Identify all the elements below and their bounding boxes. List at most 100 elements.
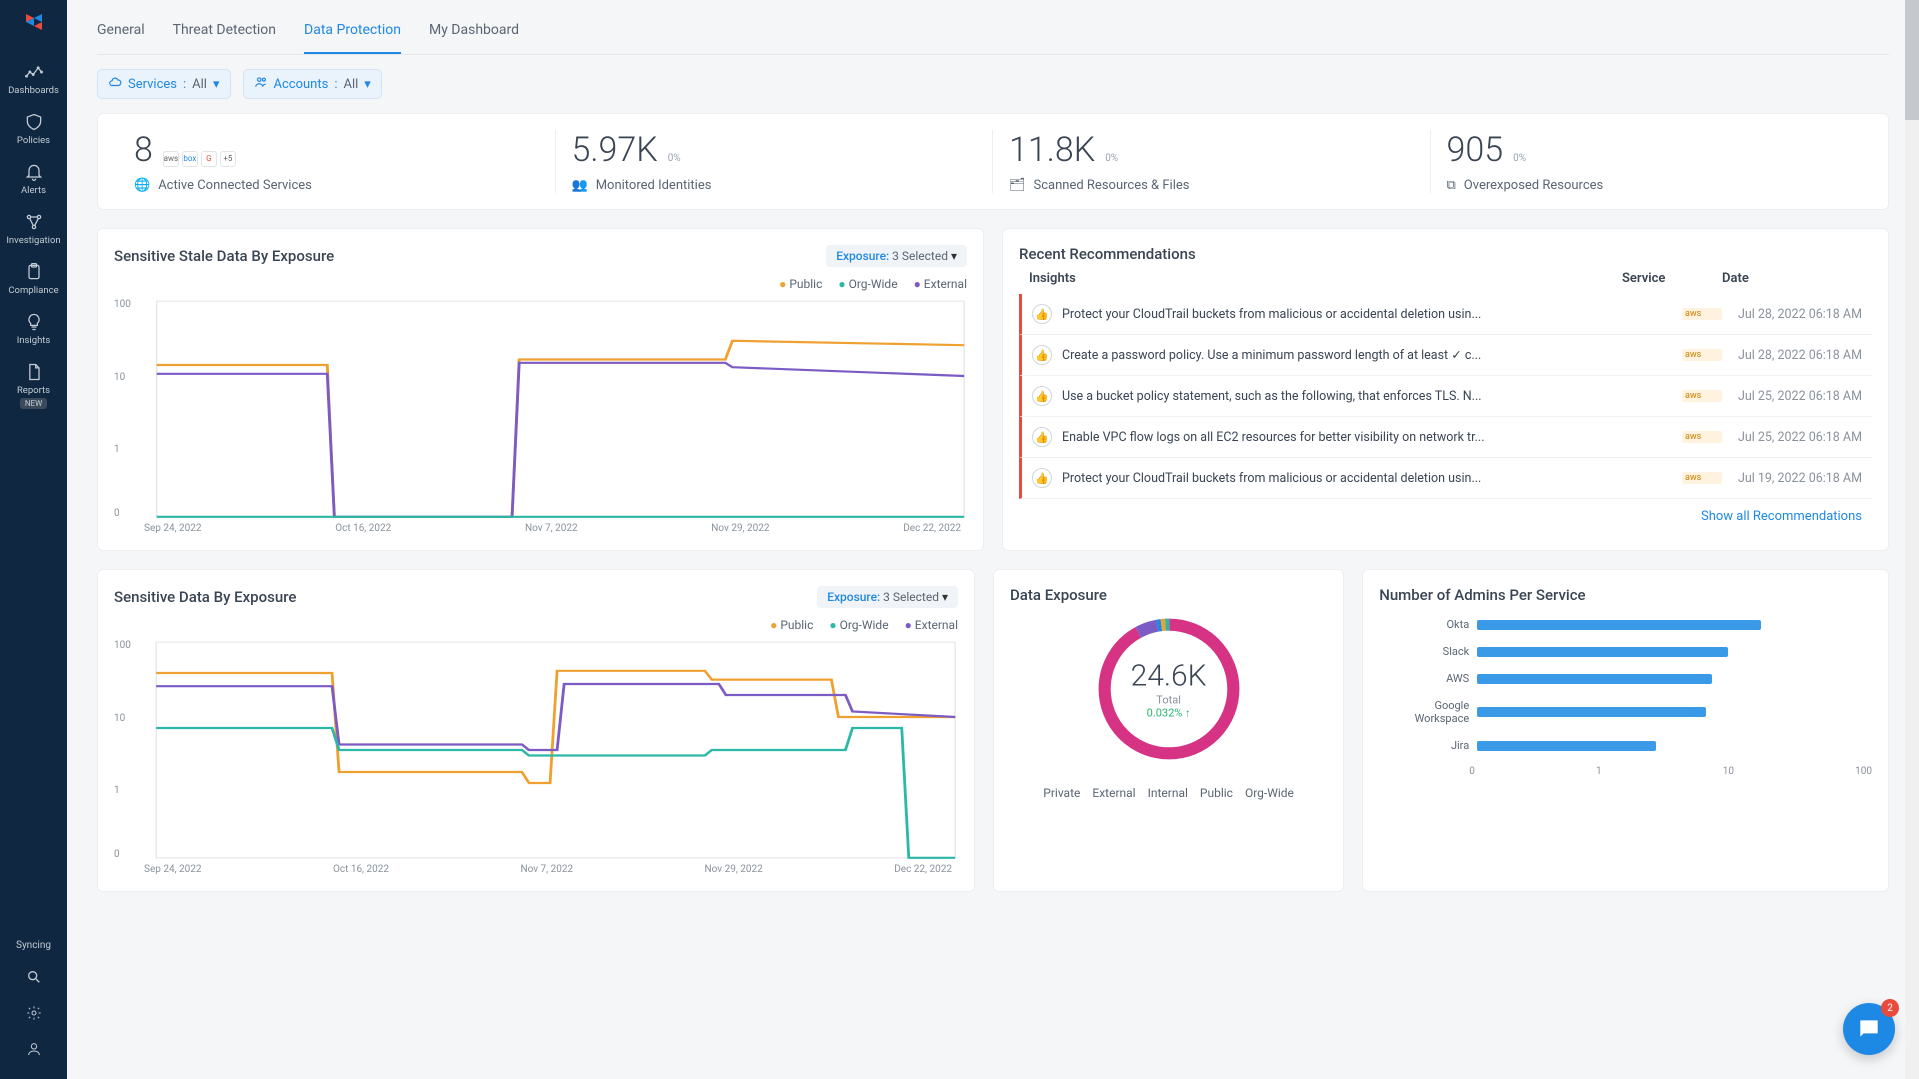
thumbs-up-icon[interactable]: 👍 — [1032, 386, 1052, 406]
stat-overexposed[interactable]: 9050% ⧉Overexposed Resources — [1431, 130, 1869, 193]
sensitive-stale-card: Sensitive Stale Data By Exposure Exposur… — [97, 228, 984, 551]
recommendation-row[interactable]: 👍 Protect your CloudTrail buckets from ma… — [1019, 294, 1872, 335]
legend-external: External — [1092, 786, 1135, 800]
donut-total: 24.6K — [1131, 659, 1207, 694]
sidebar: Dashboards Policies Alerts Investigation… — [0, 0, 67, 1079]
legend-external: External — [905, 618, 958, 632]
user-button[interactable] — [18, 1033, 50, 1069]
bar — [1477, 707, 1706, 717]
settings-button[interactable] — [18, 997, 50, 1033]
sidebar-label: Compliance — [8, 285, 58, 296]
recommendation-row[interactable]: 👍 Use a bucket policy statement, such as … — [1019, 376, 1872, 417]
lightbulb-icon — [24, 312, 44, 332]
admin-bar-row: Google Workspace — [1379, 699, 1872, 725]
recommendation-date: Jul 28, 2022 06:18 AM — [1722, 307, 1862, 322]
service-badge: aws — [1682, 472, 1722, 484]
sidebar-item-policies[interactable]: Policies — [0, 104, 67, 154]
recommendation-date: Jul 19, 2022 06:18 AM — [1722, 471, 1862, 486]
legend-orgwide: Org-Wide — [1245, 786, 1294, 800]
stats-card: 8 aws box G +5 🌐Active Connected Service… — [97, 113, 1889, 210]
exposure-value: 3 Selected — [892, 249, 948, 263]
identities-icon: 👥 — [572, 178, 588, 193]
sidebar-item-reports[interactable]: Reports NEW — [0, 354, 67, 417]
chat-fab[interactable]: 2 — [1843, 1003, 1895, 1055]
admin-bar-row: Okta — [1379, 618, 1872, 631]
services-filter[interactable]: Services: All ▾ — [97, 69, 231, 99]
recommendation-text: Enable VPC flow logs on all EC2 resource… — [1062, 430, 1682, 445]
chevron-down-icon: ▾ — [942, 590, 948, 604]
stat-value: 905 — [1447, 130, 1504, 170]
recommendation-text: Use a bucket policy statement, such as t… — [1062, 389, 1682, 404]
sensitive-data-card: Sensitive Data By Exposure Exposure: 3 S… — [97, 569, 975, 892]
scrollbar[interactable] — [1905, 0, 1919, 1079]
thumbs-up-icon[interactable]: 👍 — [1032, 345, 1052, 365]
syncing-status: Syncing — [16, 940, 51, 951]
recommendation-text: Protect your CloudTrail buckets from mal… — [1062, 307, 1682, 322]
stat-label: Monitored Identities — [596, 178, 712, 193]
service-badge: aws — [1682, 431, 1722, 443]
stat-value: 5.97K — [572, 130, 658, 170]
sidebar-item-insights[interactable]: Insights — [0, 304, 67, 354]
tab-data-protection[interactable]: Data Protection — [304, 14, 401, 54]
tab-threat-detection[interactable]: Threat Detection — [173, 14, 276, 54]
sidebar-label: Investigation — [6, 235, 60, 246]
recommendation-date: Jul 25, 2022 06:18 AM — [1722, 430, 1862, 445]
bar-label: AWS — [1379, 672, 1469, 685]
card-title: Number of Admins Per Service — [1379, 586, 1872, 604]
admin-bar-row: Slack — [1379, 645, 1872, 658]
card-title: Recent Recommendations — [1019, 245, 1872, 263]
service-badge: aws — [1682, 308, 1722, 320]
stat-pct: 0% — [668, 153, 681, 164]
legend-public: Public — [779, 277, 822, 291]
stat-label: Scanned Resources & Files — [1034, 178, 1190, 193]
sensitive-chart: 100 10 1 0 — [114, 640, 958, 860]
col-date: Date — [1722, 271, 1862, 286]
recommendation-row[interactable]: 👍 Enable VPC flow logs on all EC2 resourc… — [1019, 417, 1872, 458]
legend-private: Private — [1043, 786, 1080, 800]
recommendation-date: Jul 25, 2022 06:18 AM — [1722, 389, 1862, 404]
new-badge: NEW — [20, 398, 47, 409]
recommendations-card: Recent Recommendations Insights Service … — [1002, 228, 1889, 551]
google-icon: G — [201, 151, 217, 167]
filter-label: Services — [128, 77, 177, 92]
search-button[interactable] — [18, 961, 50, 997]
exposure-filter[interactable]: Exposure: 3 Selected ▾ — [817, 586, 958, 608]
thumbs-up-icon[interactable]: 👍 — [1032, 304, 1052, 324]
chevron-down-icon: ▾ — [951, 249, 957, 263]
exposure-filter[interactable]: Exposure: 3 Selected ▾ — [826, 245, 967, 267]
tab-my-dashboard[interactable]: My Dashboard — [429, 14, 519, 54]
thumbs-up-icon[interactable]: 👍 — [1032, 468, 1052, 488]
legend-orgwide: Org-Wide — [838, 277, 897, 291]
sidebar-label: Policies — [17, 135, 50, 146]
investigation-icon — [24, 212, 44, 232]
recommendation-row[interactable]: 👍Create a password policy. Use a minimum… — [1019, 335, 1872, 376]
accounts-filter[interactable]: Accounts: All ▾ — [243, 69, 382, 99]
recommendation-row[interactable]: 👍 Protect your CloudTrail buckets from ma… — [1019, 458, 1872, 499]
legend-public: Public — [770, 618, 813, 632]
sidebar-item-compliance[interactable]: Compliance — [0, 254, 67, 304]
sidebar-item-dashboards[interactable]: Dashboards — [0, 54, 67, 104]
bar-label: Google Workspace — [1379, 699, 1469, 725]
sidebar-item-investigation[interactable]: Investigation — [0, 204, 67, 254]
stat-label: Active Connected Services — [158, 178, 312, 193]
stat-monitored-identities[interactable]: 5.97K 0% 👥 Monitored Identities — [556, 130, 994, 193]
sidebar-item-alerts[interactable]: Alerts — [0, 154, 67, 204]
recommendation-text: Protect your CloudTrail buckets from mal… — [1062, 471, 1682, 486]
thumbs-up-icon[interactable]: 👍 — [1032, 427, 1052, 447]
exposure-label: Exposure: — [827, 590, 880, 604]
service-icons: aws box G +5 — [163, 151, 236, 167]
bar — [1477, 674, 1712, 684]
service-badge: aws — [1682, 349, 1722, 361]
sidebar-label: Alerts — [21, 185, 46, 196]
brand-logo[interactable] — [22, 10, 46, 34]
stat-scanned-resources[interactable]: 11.8K0% 🗂Scanned Resources & Files — [993, 130, 1431, 193]
stat-connected-services[interactable]: 8 aws box G +5 🌐Active Connected Service… — [118, 130, 556, 193]
tab-general[interactable]: General — [97, 14, 145, 54]
sidebar-label: Reports — [17, 385, 50, 396]
admin-bar-row: AWS — [1379, 672, 1872, 685]
overexposed-icon: ⧉ — [1447, 178, 1456, 193]
show-all-link[interactable]: Show all Recommendations — [1019, 499, 1872, 524]
chat-badge: 2 — [1881, 999, 1899, 1017]
bell-icon — [24, 162, 44, 182]
legend-internal: Internal — [1148, 786, 1188, 800]
